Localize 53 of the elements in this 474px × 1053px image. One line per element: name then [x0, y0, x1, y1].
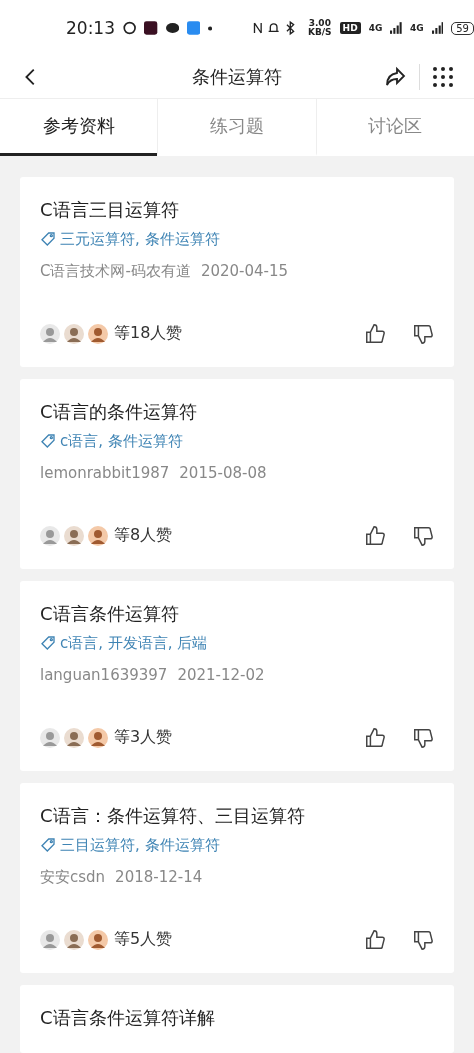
article-card[interactable]: C语言三目运算符 三元运算符, 条件运算符 C语言技术网-码农有道 2020-04-15 等18人赞 [20, 177, 454, 367]
article-tags: c语言, 条件运算符 [60, 431, 183, 451]
article-tags: 三目运算符, 条件运算符 [60, 835, 220, 855]
thumbs-down-icon[interactable] [412, 727, 434, 749]
tag-icon [40, 433, 56, 449]
page-title: 条件运算符 [192, 65, 282, 90]
network-speed: 3.00 KB/S [308, 19, 332, 38]
article-tags: 三元运算符, 条件运算符 [60, 229, 220, 249]
article-card[interactable]: C语言条件运算符 c语言, 开发语言, 后端 languan1639397 2021-12-02 等3人赞 [20, 581, 454, 771]
article-title: C语言：条件运算符、三目运算符 [40, 804, 306, 828]
signal-icon [390, 21, 402, 36]
thumbs-down-icon[interactable] [412, 323, 434, 345]
article-source: C语言技术网-码农有道 [40, 261, 191, 281]
app-icon [144, 20, 158, 37]
article-date: 2018-12-14 [115, 867, 203, 887]
battery-indicator: 59 [451, 21, 474, 35]
article-title: C语言条件运算符详解 [40, 1006, 216, 1030]
article-source: lemonrabbit1987 [40, 463, 170, 483]
app-icon [186, 20, 201, 37]
chat-icon [165, 22, 179, 35]
article-date: 2015-08-08 [179, 463, 267, 483]
hd-badge: HD [339, 22, 361, 35]
clock: 20:13 [66, 18, 115, 39]
article-date: 2021-12-02 [177, 665, 265, 685]
thumbs-up-icon[interactable] [364, 525, 386, 547]
thumbs-down-icon[interactable] [412, 525, 434, 547]
dot-icon [208, 25, 213, 31]
article-tags: c语言, 开发语言, 后端 [60, 633, 208, 653]
article-source: languan1639397 [40, 665, 168, 685]
thumbs-up-icon[interactable] [364, 727, 386, 749]
article-card[interactable]: C语言条件运算符详解 [20, 985, 454, 1053]
article-source: 安安csdn [40, 867, 106, 887]
article-date: 2020-04-15 [200, 261, 289, 281]
menu-icon[interactable] [432, 66, 454, 89]
network-type: 4G [409, 23, 424, 34]
like-count: 等5人赞 [114, 929, 173, 951]
article-title: C语言三目运算符 [40, 198, 180, 222]
thumbs-up-icon[interactable] [364, 323, 386, 345]
like-count: 等3人赞 [114, 727, 173, 749]
thumbs-up-icon[interactable] [364, 929, 386, 951]
app-icon [123, 20, 137, 37]
article-card[interactable]: C语言的条件运算符 c语言, 条件运算符 lemonrabbit1987 2015-08-08 等8人赞 [20, 379, 454, 569]
like-count: 等18人赞 [114, 323, 183, 345]
tag-icon [40, 635, 56, 651]
like-count: 等8人赞 [114, 525, 173, 547]
network-type: 4G [368, 23, 383, 34]
article-title: C语言的条件运算符 [40, 400, 198, 424]
thumbs-down-icon[interactable] [412, 929, 434, 951]
signal-icon [431, 21, 444, 36]
tag-icon [40, 837, 56, 853]
article-card[interactable]: C语言：条件运算符、三目运算符 三目运算符, 条件运算符 安安csdn 2018-12-14 等5人赞 [20, 783, 454, 973]
article-title: C语言条件运算符 [40, 602, 180, 626]
tag-icon [40, 231, 56, 247]
